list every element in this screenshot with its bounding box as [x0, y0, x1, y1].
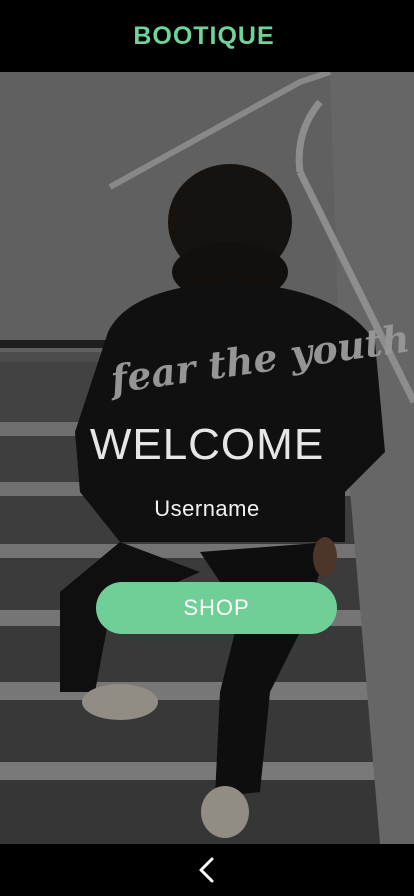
top-bar: BOOTIQUE — [0, 0, 414, 72]
back-button[interactable] — [192, 855, 222, 885]
bottom-navigation-bar — [0, 844, 414, 896]
welcome-heading: WELCOME — [89, 420, 325, 469]
shop-button-label: SHOP — [183, 595, 250, 620]
app-screen: BOOTIQUE fear the youth WELCOME Username… — [0, 0, 414, 896]
chevron-left-icon — [199, 857, 214, 883]
brand-logo: BOOTIQUE — [133, 21, 275, 50]
username-label: Username — [154, 496, 260, 521]
hero-section: fear the youth WELCOME Username SHOP — [0, 72, 414, 844]
shop-button[interactable]: SHOP — [96, 582, 337, 634]
